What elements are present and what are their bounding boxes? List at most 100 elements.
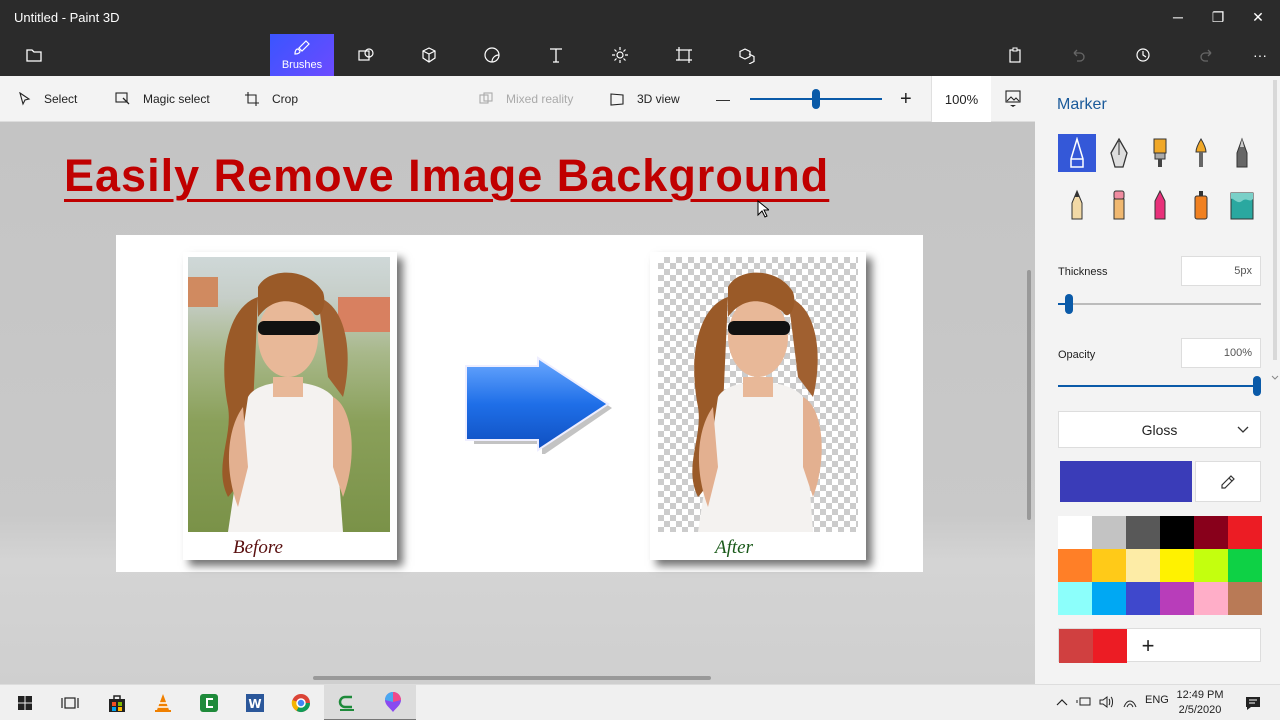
more-button[interactable]: ··· — [1240, 34, 1280, 76]
thickness-slider-track[interactable] — [1058, 303, 1261, 305]
brush-crayon[interactable] — [1141, 186, 1179, 224]
redo-button[interactable] — [1187, 34, 1227, 76]
before-caption: Before — [233, 537, 283, 558]
language-indicator[interactable]: ENG — [1145, 694, 1169, 706]
paste-button[interactable] — [995, 34, 1035, 76]
magic-select-button[interactable]: Magic select — [115, 76, 210, 122]
menu-button[interactable] — [14, 34, 54, 76]
canvas-headline[interactable]: Easily Remove Image Background — [64, 150, 829, 202]
opacity-input[interactable]: 100% — [1181, 338, 1261, 368]
brush-pencil[interactable] — [1058, 186, 1096, 224]
tool-stickers[interactable] — [460, 34, 524, 76]
canvas-horizontal-scrollbar[interactable] — [313, 676, 711, 680]
before-photo-card[interactable]: Before — [183, 252, 397, 560]
palette-color-swatch[interactable] — [1228, 549, 1262, 582]
taskbar-app-chrome[interactable] — [278, 685, 324, 720]
brush-fill[interactable] — [1223, 186, 1261, 224]
undo-button[interactable] — [1058, 34, 1098, 76]
brush-marker[interactable] — [1058, 134, 1096, 172]
brush-eraser[interactable] — [1100, 186, 1138, 224]
brush-oil[interactable] — [1141, 134, 1179, 172]
notifications-icon[interactable] — [1244, 694, 1262, 712]
canvas-vertical-scrollbar[interactable] — [1027, 270, 1031, 520]
palette-color-swatch[interactable] — [1194, 582, 1228, 615]
minimize-button[interactable]: ─ — [1158, 6, 1198, 30]
custom-color-swatch[interactable] — [1059, 629, 1093, 663]
chevron-down-icon — [1237, 426, 1249, 433]
palette-color-swatch[interactable] — [1228, 516, 1262, 549]
maximize-button[interactable]: ❐ — [1198, 6, 1238, 30]
folder-icon — [26, 49, 42, 62]
close-button[interactable]: ✕ — [1238, 6, 1278, 30]
battery-icon[interactable] — [1076, 695, 1092, 709]
panel-scrollbar[interactable] — [1270, 80, 1280, 380]
finish-dropdown[interactable]: Gloss — [1058, 411, 1261, 448]
volume-icon[interactable] — [1098, 694, 1114, 710]
tool-brushes[interactable]: Brushes — [270, 34, 334, 76]
tool-3d-library[interactable] — [715, 34, 779, 76]
crayon-icon — [1154, 189, 1166, 220]
zoom-out-button[interactable]: — — [716, 76, 730, 122]
tool-canvas[interactable] — [652, 34, 716, 76]
opacity-slider-thumb[interactable] — [1253, 376, 1261, 396]
taskbar-app-camtasia-recorder[interactable] — [324, 685, 370, 720]
opacity-slider-fill — [1058, 385, 1258, 387]
palette-color-swatch[interactable] — [1126, 582, 1160, 615]
oil-brush-icon — [1153, 138, 1167, 167]
after-photo-card[interactable]: After — [650, 252, 866, 560]
taskbar-app-camtasia[interactable] — [186, 685, 232, 720]
watercolor-brush-icon — [1195, 138, 1207, 167]
tray-chevron-up-icon[interactable] — [1056, 697, 1068, 707]
palette-color-swatch[interactable] — [1194, 516, 1228, 549]
select-button[interactable]: Select — [18, 76, 77, 122]
taskbar-app-paint-3d[interactable] — [370, 685, 416, 720]
paint-3d-icon — [385, 692, 401, 712]
palette-color-swatch[interactable] — [1160, 582, 1194, 615]
palette-color-swatch[interactable] — [1092, 582, 1126, 615]
palette-color-swatch[interactable] — [1092, 549, 1126, 582]
palette-color-swatch[interactable] — [1160, 549, 1194, 582]
view-options-button[interactable] — [991, 76, 1035, 122]
wifi-icon[interactable] — [1122, 695, 1138, 709]
palette-color-swatch[interactable] — [1058, 549, 1092, 582]
current-color-swatch[interactable] — [1060, 461, 1192, 502]
palette-color-swatch[interactable] — [1058, 516, 1092, 549]
zoom-slider-thumb[interactable] — [812, 89, 820, 109]
palette-color-swatch[interactable] — [1126, 549, 1160, 582]
custom-color-swatch[interactable] — [1093, 629, 1127, 663]
main-toolbar: Brushes ··· — [0, 34, 1280, 76]
tool-2d-shapes[interactable] — [334, 34, 398, 76]
right-arrow-shape[interactable] — [462, 356, 614, 454]
taskbar-app-store[interactable] — [94, 685, 140, 720]
3d-view-button[interactable]: 3D view — [609, 76, 680, 122]
taskbar-clock[interactable]: 12:49 PM 2/5/2020 — [1170, 688, 1230, 718]
tool-effects[interactable] — [588, 34, 652, 76]
palette-color-swatch[interactable] — [1228, 582, 1262, 615]
tool-text[interactable] — [524, 34, 588, 76]
cube-icon — [422, 47, 436, 63]
mixed-reality-button[interactable]: Mixed reality — [478, 76, 573, 122]
palette-color-swatch[interactable] — [1126, 516, 1160, 549]
crop-button[interactable]: Crop — [244, 76, 298, 122]
palette-color-swatch[interactable] — [1092, 516, 1126, 549]
zoom-value[interactable]: 100% — [931, 76, 991, 122]
before-photo — [188, 257, 390, 532]
thickness-slider-thumb[interactable] — [1065, 294, 1073, 314]
brush-calligraphy-pen[interactable] — [1100, 134, 1138, 172]
palette-color-swatch[interactable] — [1160, 516, 1194, 549]
add-color-button[interactable]: + — [1133, 629, 1163, 663]
history-button[interactable] — [1123, 34, 1163, 76]
eyedropper-button[interactable] — [1195, 461, 1261, 502]
thickness-input[interactable]: 5px — [1181, 256, 1261, 286]
start-button[interactable] — [2, 685, 48, 720]
palette-color-swatch[interactable] — [1058, 582, 1092, 615]
taskbar-app-vlc[interactable] — [140, 685, 186, 720]
tool-3d-shapes[interactable] — [397, 34, 461, 76]
task-view-button[interactable] — [47, 685, 93, 720]
brush-pixel-pen[interactable] — [1223, 134, 1261, 172]
taskbar-app-word[interactable]: W — [232, 685, 278, 720]
brush-watercolor[interactable] — [1182, 134, 1220, 172]
zoom-in-button[interactable]: + — [900, 76, 912, 122]
palette-color-swatch[interactable] — [1194, 549, 1228, 582]
brush-spray-can[interactable] — [1182, 186, 1220, 224]
